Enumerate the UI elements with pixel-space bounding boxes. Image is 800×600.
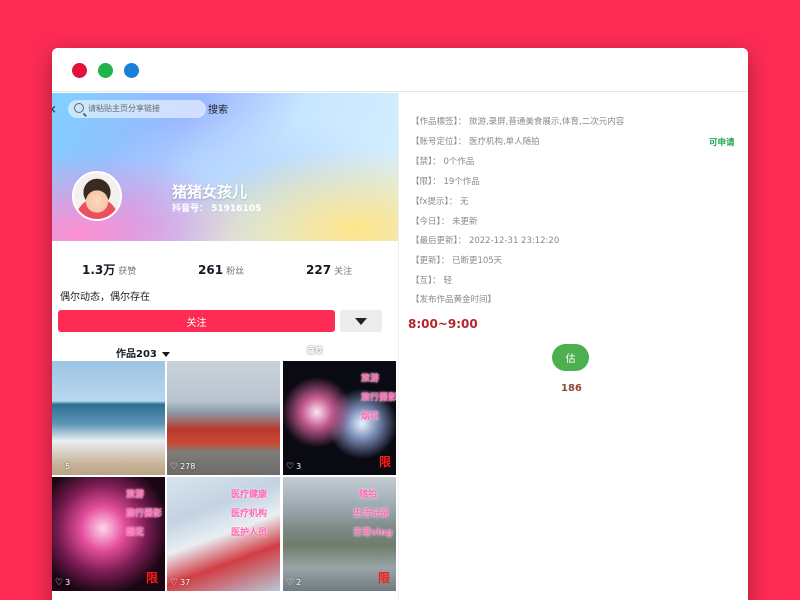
video-tag: 日常vlog xyxy=(353,528,393,538)
caret-down-icon xyxy=(161,351,170,357)
video-tag: 烟花 xyxy=(126,528,145,538)
avatar[interactable] xyxy=(72,171,122,221)
follow-button[interactable]: 关注 xyxy=(58,310,335,332)
info-interaction: 【互】： 轻 xyxy=(411,276,452,286)
maximize-dot[interactable] xyxy=(124,63,139,78)
search-input[interactable]: 请粘贴主页分享链接 xyxy=(68,100,206,118)
chevron-down-icon xyxy=(355,318,367,325)
back-arrow-icon[interactable]: ‹ xyxy=(52,99,56,118)
search-icon xyxy=(74,103,84,113)
heart-icon: ♡ xyxy=(55,578,64,588)
video-tag: 旅行摄影 xyxy=(361,393,396,403)
more-options-button[interactable] xyxy=(340,310,382,332)
video-thumbnail[interactable]: 随拍 生活记录 日常vlog 限 ♡ 2 xyxy=(283,477,396,591)
like-count: ♡ 2 xyxy=(286,578,301,588)
info-banned: 【禁】： 0个作品 xyxy=(411,157,475,167)
info-today: 【今日】： 未更新 xyxy=(411,217,478,227)
tab-works-label: 作品203 xyxy=(116,349,157,360)
limit-badge: 限 xyxy=(146,571,159,585)
stat-label: 粉丝 xyxy=(226,267,245,277)
video-tag: 随拍 xyxy=(359,490,378,500)
video-thumbnail[interactable]: ♡ 278 xyxy=(167,361,280,475)
profile-banner: ‹ 请粘贴主页分享链接 搜索 猪猪女孩儿 抖音号： 51916105 xyxy=(52,93,398,241)
profile-bio: 偶尔动态，偶尔存在 xyxy=(60,292,150,303)
estimate-value: 186 xyxy=(561,383,582,394)
video-thumbnail[interactable]: 旅游 旅行摄影 烟花 限 ♡ 3 xyxy=(283,361,396,475)
video-tag: 生活记录 xyxy=(353,509,390,519)
info-golden-time-label: 【发布作品黄金时间】 xyxy=(411,295,497,305)
stat-label: 获赞 xyxy=(118,267,137,277)
minimize-dot[interactable] xyxy=(98,63,113,78)
estimate-button[interactable]: 估 xyxy=(552,344,589,371)
profile-nickname: 猪猪女孩儿 xyxy=(172,183,248,201)
golden-time: 8:00~9:00 xyxy=(408,317,478,331)
douyin-id: 抖音号： 51916105 xyxy=(172,204,262,214)
limit-badge: 限 xyxy=(379,455,392,469)
limit-badge: 限 xyxy=(378,571,391,585)
heart-icon: ♡ xyxy=(286,462,295,472)
profile-tabs: 作品203 喜欢 xyxy=(52,345,398,360)
video-tag: 旅行摄影 xyxy=(126,509,163,519)
like-count: ♡ 5 xyxy=(55,462,70,472)
stat-label: 关注 xyxy=(334,267,353,277)
heart-icon: ♡ xyxy=(286,578,295,588)
video-grid: ♡ 5 ♡ 278 旅游 旅行摄影 烟花 限 ♡ 3 旅游 旅行摄影 烟花 限 ♡ 3 … xyxy=(52,361,398,600)
stat-value: 261 xyxy=(198,263,224,277)
video-tag: 医疗健康 xyxy=(231,490,268,500)
info-update-status: 【更新】： 已断更105天 xyxy=(411,256,503,266)
like-count: ♡ 278 xyxy=(170,462,195,472)
stat-value: 1.3万 xyxy=(82,263,116,277)
search-placeholder: 请粘贴主页分享链接 xyxy=(88,104,160,113)
profile-panel: ‹ 请粘贴主页分享链接 搜索 猪猪女孩儿 抖音号： 51916105 1.3万获… xyxy=(52,93,398,600)
video-tag: 旅游 xyxy=(126,490,145,500)
video-tag: 医护人员 xyxy=(231,528,268,538)
like-count-value: 3 xyxy=(65,578,71,587)
info-positioning: 【账号定位】： 医疗机构,单人随拍 xyxy=(411,137,540,147)
tab-likes[interactable]: 喜欢 xyxy=(307,345,323,356)
info-last-update: 【最后更新】： 2022-12-31 23:12:20 xyxy=(411,236,560,246)
app-window: ‹ 请粘贴主页分享链接 搜索 猪猪女孩儿 抖音号： 51916105 1.3万获… xyxy=(52,48,748,600)
like-count: ♡ 3 xyxy=(55,578,70,588)
video-tag: 旅游 xyxy=(361,374,380,384)
heart-icon: ♡ xyxy=(55,462,64,472)
like-count-value: 37 xyxy=(180,578,191,587)
like-count: ♡ 37 xyxy=(170,578,190,588)
stat-likes[interactable]: 1.3万 获赞 xyxy=(82,259,136,278)
close-dot[interactable] xyxy=(72,63,87,78)
heart-icon: ♡ xyxy=(170,578,179,588)
video-tag: 医疗机构 xyxy=(231,509,268,519)
video-thumbnail[interactable]: ♡ 5 xyxy=(52,361,165,475)
info-tags: 【作品標签】： 旅游,录屏,普通美食展示,体育,二次元内容 xyxy=(411,117,625,127)
like-count-value: 5 xyxy=(65,462,71,471)
like-count-value: 3 xyxy=(296,462,302,471)
info-limited: 【限】： 19个作品 xyxy=(411,177,480,187)
info-panel: 【作品標签】： 旅游,录屏,普通美食展示,体育,二次元内容 【账号定位】： 医疗… xyxy=(398,93,748,600)
title-bar xyxy=(52,48,748,92)
like-count-value: 2 xyxy=(296,578,302,587)
tab-works[interactable]: 作品203 xyxy=(116,345,170,360)
like-count-value: 278 xyxy=(180,462,196,471)
stat-followers[interactable]: 261 粉丝 xyxy=(198,259,244,278)
heart-icon: ♡ xyxy=(170,462,179,472)
stat-following[interactable]: 227 关注 xyxy=(306,259,352,278)
like-count: ♡ 3 xyxy=(286,462,301,472)
video-tag: 烟花 xyxy=(361,412,380,422)
profile-stats: 1.3万 获赞 261 粉丝 227 关注 xyxy=(52,259,398,277)
video-thumbnail[interactable]: 医疗健康 医疗机构 医护人员 ♡ 37 xyxy=(167,477,280,591)
stat-value: 227 xyxy=(306,263,332,277)
apply-label[interactable]: 可申请 xyxy=(709,136,735,148)
info-fx-tip: 【fx提示】： 无 xyxy=(411,197,469,207)
video-thumbnail[interactable]: 旅游 旅行摄影 烟花 限 ♡ 3 xyxy=(52,477,165,591)
search-button[interactable]: 搜索 xyxy=(208,101,228,116)
